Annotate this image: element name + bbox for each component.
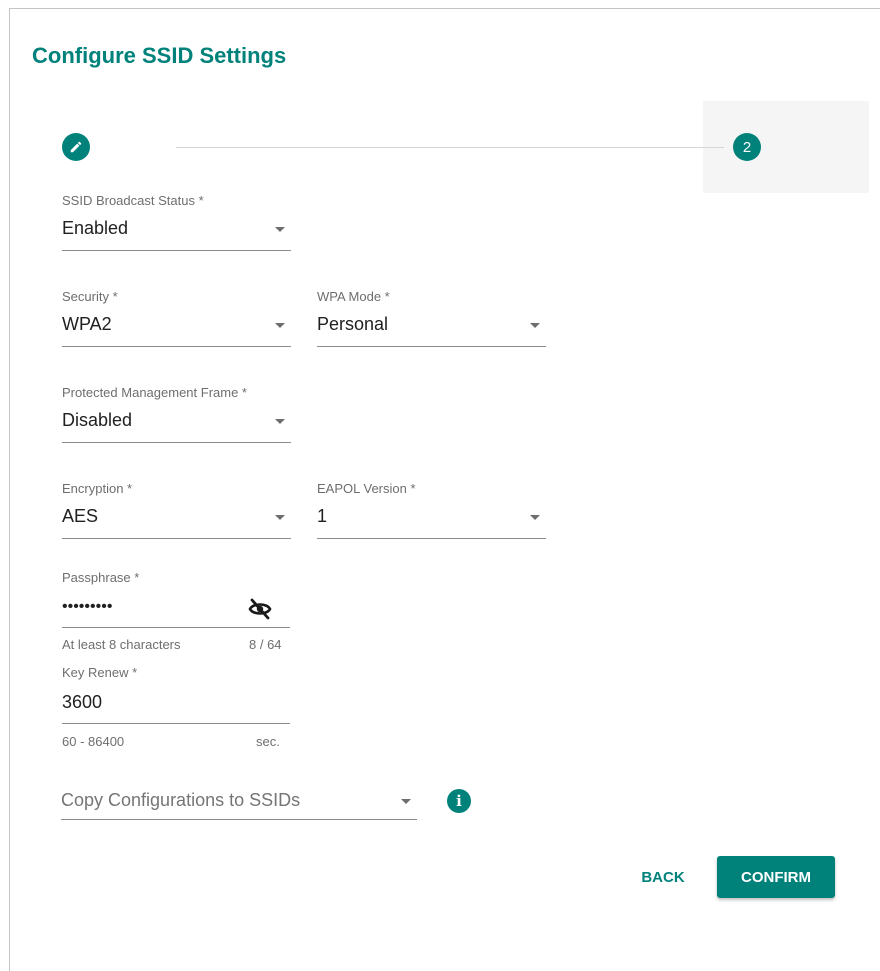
eapol-version-select[interactable]: EAPOL Version * 1 — [317, 481, 546, 539]
wpa-mode-label: WPA Mode * — [317, 289, 390, 304]
confirm-button[interactable]: CONFIRM — [717, 856, 835, 898]
passphrase-hint: At least 8 characters — [62, 637, 181, 652]
copy-config-placeholder: Copy Configurations to SSIDs — [61, 790, 301, 810]
key-renew-label: Key Renew * — [62, 665, 138, 680]
chevron-down-icon — [530, 323, 540, 328]
chevron-down-icon — [275, 419, 285, 424]
back-button[interactable]: BACK — [628, 860, 698, 894]
edit-icon — [70, 141, 82, 153]
step-1-indicator — [62, 133, 90, 161]
field-underline — [62, 723, 290, 724]
step-2-indicator: 2 — [733, 133, 761, 161]
security-value: WPA2 — [62, 314, 112, 334]
chevron-down-icon — [530, 515, 540, 520]
field-underline — [62, 250, 291, 251]
ssid-broadcast-label: SSID Broadcast Status * — [62, 193, 204, 208]
eapol-version-value: 1 — [317, 506, 328, 526]
encryption-value: AES — [62, 506, 99, 526]
key-renew-unit: sec. — [256, 734, 280, 749]
passphrase-value: ••••••••• — [62, 598, 113, 615]
chevron-down-icon — [275, 227, 285, 232]
passphrase-counter: 8 / 64 — [249, 637, 282, 652]
ssid-broadcast-select[interactable]: SSID Broadcast Status * Enabled — [62, 193, 291, 251]
field-underline — [62, 346, 291, 347]
passphrase-label: Passphrase * — [62, 570, 140, 585]
pmf-select[interactable]: Protected Management Frame * Disabled — [62, 385, 291, 443]
wpa-mode-select[interactable]: WPA Mode * Personal — [317, 289, 546, 347]
eye-off-icon[interactable] — [248, 598, 272, 620]
security-select[interactable]: Security * WPA2 — [62, 289, 291, 347]
key-renew-value: 3600 — [62, 692, 103, 712]
page-title: Configure SSID Settings — [32, 43, 287, 68]
pmf-label: Protected Management Frame * — [62, 385, 247, 400]
key-renew-range-hint: 60 - 86400 — [62, 734, 125, 749]
field-underline — [62, 538, 291, 539]
field-underline — [61, 819, 417, 820]
field-underline — [62, 627, 290, 628]
security-label: Security * — [62, 289, 118, 304]
encryption-select[interactable]: Encryption * AES — [62, 481, 291, 539]
info-icon[interactable]: i — [447, 789, 471, 813]
pmf-value: Disabled — [62, 410, 133, 430]
field-underline — [317, 346, 546, 347]
chevron-down-icon — [401, 799, 411, 804]
chevron-down-icon — [275, 515, 285, 520]
encryption-label: Encryption * — [62, 481, 133, 496]
ssid-broadcast-value: Enabled — [62, 218, 129, 238]
eapol-version-label: EAPOL Version * — [317, 481, 416, 496]
field-underline — [317, 538, 546, 539]
key-renew-input[interactable]: Key Renew * 3600 — [62, 665, 290, 724]
field-underline — [62, 442, 291, 443]
copy-config-select[interactable]: Copy Configurations to SSIDs — [61, 786, 417, 820]
stepper-connector — [176, 147, 724, 148]
step-2-highlight — [703, 101, 869, 193]
wpa-mode-value: Personal — [317, 314, 389, 334]
chevron-down-icon — [275, 323, 285, 328]
